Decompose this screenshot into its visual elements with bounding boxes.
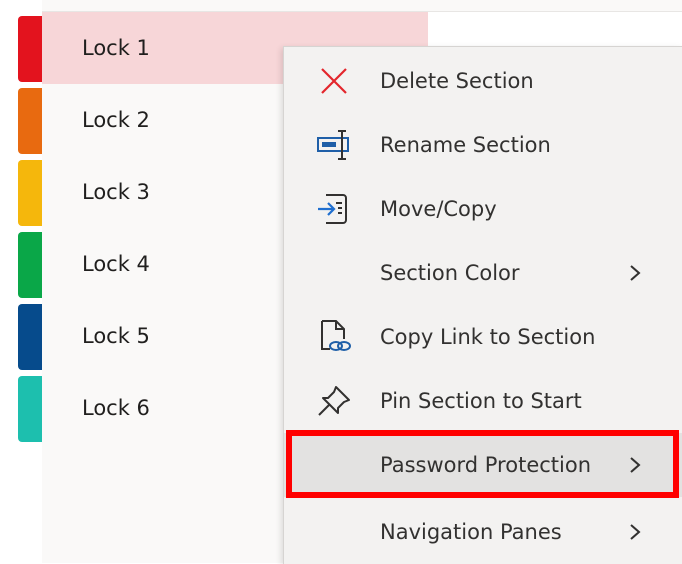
page-area-edge	[428, 12, 682, 46]
menu-item-section-color[interactable]: Section Color	[284, 241, 682, 305]
section-label: Lock 3	[82, 180, 150, 204]
section-tab-lock-4[interactable]	[18, 232, 42, 298]
section-label: Lock 5	[82, 324, 150, 348]
menu-item-rename-section[interactable]: Rename Section	[284, 113, 682, 177]
menu-item-label: Section Color	[380, 261, 520, 285]
annotation-highlight-box	[286, 430, 679, 498]
menu-item-label: Copy Link to Section	[380, 325, 596, 349]
section-label: Lock 6	[82, 396, 150, 420]
section-label: Lock 2	[82, 108, 150, 132]
menu-item-move-copy[interactable]: Move/Copy	[284, 177, 682, 241]
section-label: Lock 1	[82, 36, 150, 60]
menu-item-pin-to-start[interactable]: Pin Section to Start	[284, 369, 682, 433]
top-divider	[0, 0, 682, 12]
section-tab-lock-1[interactable]	[18, 16, 42, 82]
section-tab-lock-5[interactable]	[18, 304, 42, 370]
chevron-right-icon	[628, 522, 642, 542]
menu-item-navigation-panes[interactable]: Navigation Panes	[284, 500, 682, 564]
menu-item-copy-link[interactable]: Copy Link to Section	[284, 305, 682, 369]
close-x-icon	[316, 64, 352, 98]
copy-link-icon	[316, 320, 352, 354]
move-copy-icon	[316, 192, 352, 226]
section-label: Lock 4	[82, 252, 150, 276]
menu-item-label: Delete Section	[380, 69, 534, 93]
section-tabs-strip	[0, 0, 42, 563]
menu-item-label: Move/Copy	[380, 197, 497, 221]
menu-item-delete-section[interactable]: Delete Section	[284, 49, 682, 113]
rename-cursor-icon	[316, 128, 352, 162]
section-tab-lock-3[interactable]	[18, 160, 42, 226]
menu-item-label: Rename Section	[380, 133, 551, 157]
chevron-right-icon	[628, 263, 642, 283]
section-tab-lock-2[interactable]	[18, 88, 42, 154]
menu-item-label: Navigation Panes	[380, 520, 562, 544]
section-tab-lock-6[interactable]	[18, 376, 42, 442]
menu-item-label: Pin Section to Start	[380, 389, 582, 413]
pin-icon	[316, 384, 352, 418]
